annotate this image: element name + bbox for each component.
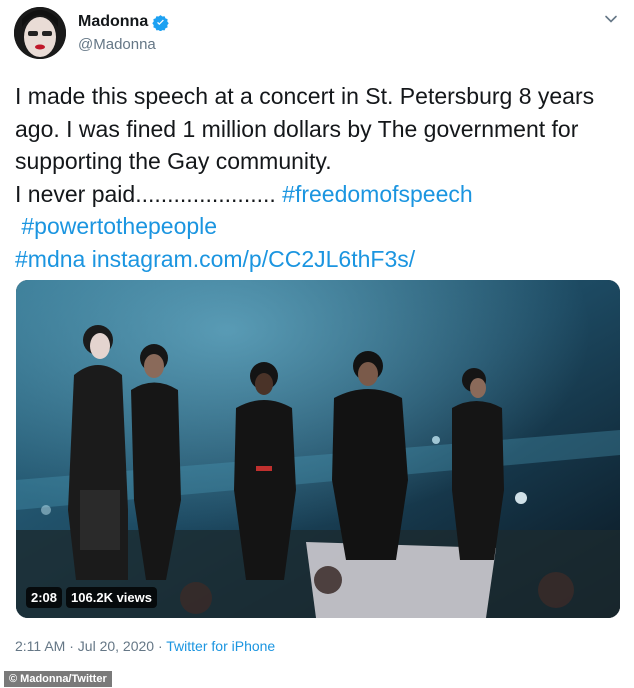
verified-badge-icon <box>152 14 169 31</box>
chevron-down-icon[interactable] <box>604 12 618 26</box>
instagram-link[interactable]: instagram.com/p/CC2JL6thF3s/ <box>92 246 415 272</box>
avatar-image <box>14 7 66 59</box>
tweet-card: Madonna @Madonna I made this speech at a… <box>0 0 634 688</box>
photo-credit: © Madonna/Twitter <box>4 671 112 687</box>
photo-credit-bar: © Madonna/Twitter <box>0 669 634 688</box>
tweet-date[interactable]: Jul 20, 2020 <box>78 638 154 654</box>
user-handle[interactable]: @Madonna <box>78 36 156 53</box>
video-player[interactable]: 2:08 106.2K views <box>16 280 620 618</box>
hashtag-powertothepeople[interactable]: #powertothepeople <box>21 213 217 239</box>
video-frame <box>16 280 620 618</box>
tweet-line-5: #powertothepeople <box>15 210 625 243</box>
avatar[interactable] <box>14 7 66 59</box>
tweet-text: I made this speech at a concert in St. P… <box>15 80 625 275</box>
display-name[interactable]: Madonna <box>78 13 148 31</box>
tweet-line-4-text: I never paid...................... <box>15 180 276 207</box>
video-badges: 2:08 106.2K views <box>26 587 157 608</box>
name-row: Madonna <box>78 13 169 31</box>
video-views: 106.2K views <box>66 587 157 608</box>
meta-separator: · <box>157 638 163 654</box>
hashtag-freedomofspeech[interactable]: #freedomofspeech <box>282 181 473 207</box>
tweet-source[interactable]: Twitter for iPhone <box>166 638 275 654</box>
tweet-line-1: I made this speech at a concert in St. P… <box>15 83 595 109</box>
tweet-line-3: supporting the Gay community. <box>15 148 332 174</box>
tweet-line-4: I never paid...................... #free… <box>15 178 625 211</box>
tweet-meta: 2:11 AM · Jul 20, 2020 · Twitter for iPh… <box>15 638 275 654</box>
hashtag-mdna[interactable]: #mdna <box>15 246 85 272</box>
meta-separator: · <box>69 638 74 654</box>
tweet-line-6: #mdna instagram.com/p/CC2JL6thF3s/ <box>15 243 625 276</box>
tweet-line-2: ago. I was fined 1 million dollars by Th… <box>15 115 579 142</box>
video-duration: 2:08 <box>26 587 63 608</box>
tweet-time[interactable]: 2:11 AM <box>15 638 65 654</box>
